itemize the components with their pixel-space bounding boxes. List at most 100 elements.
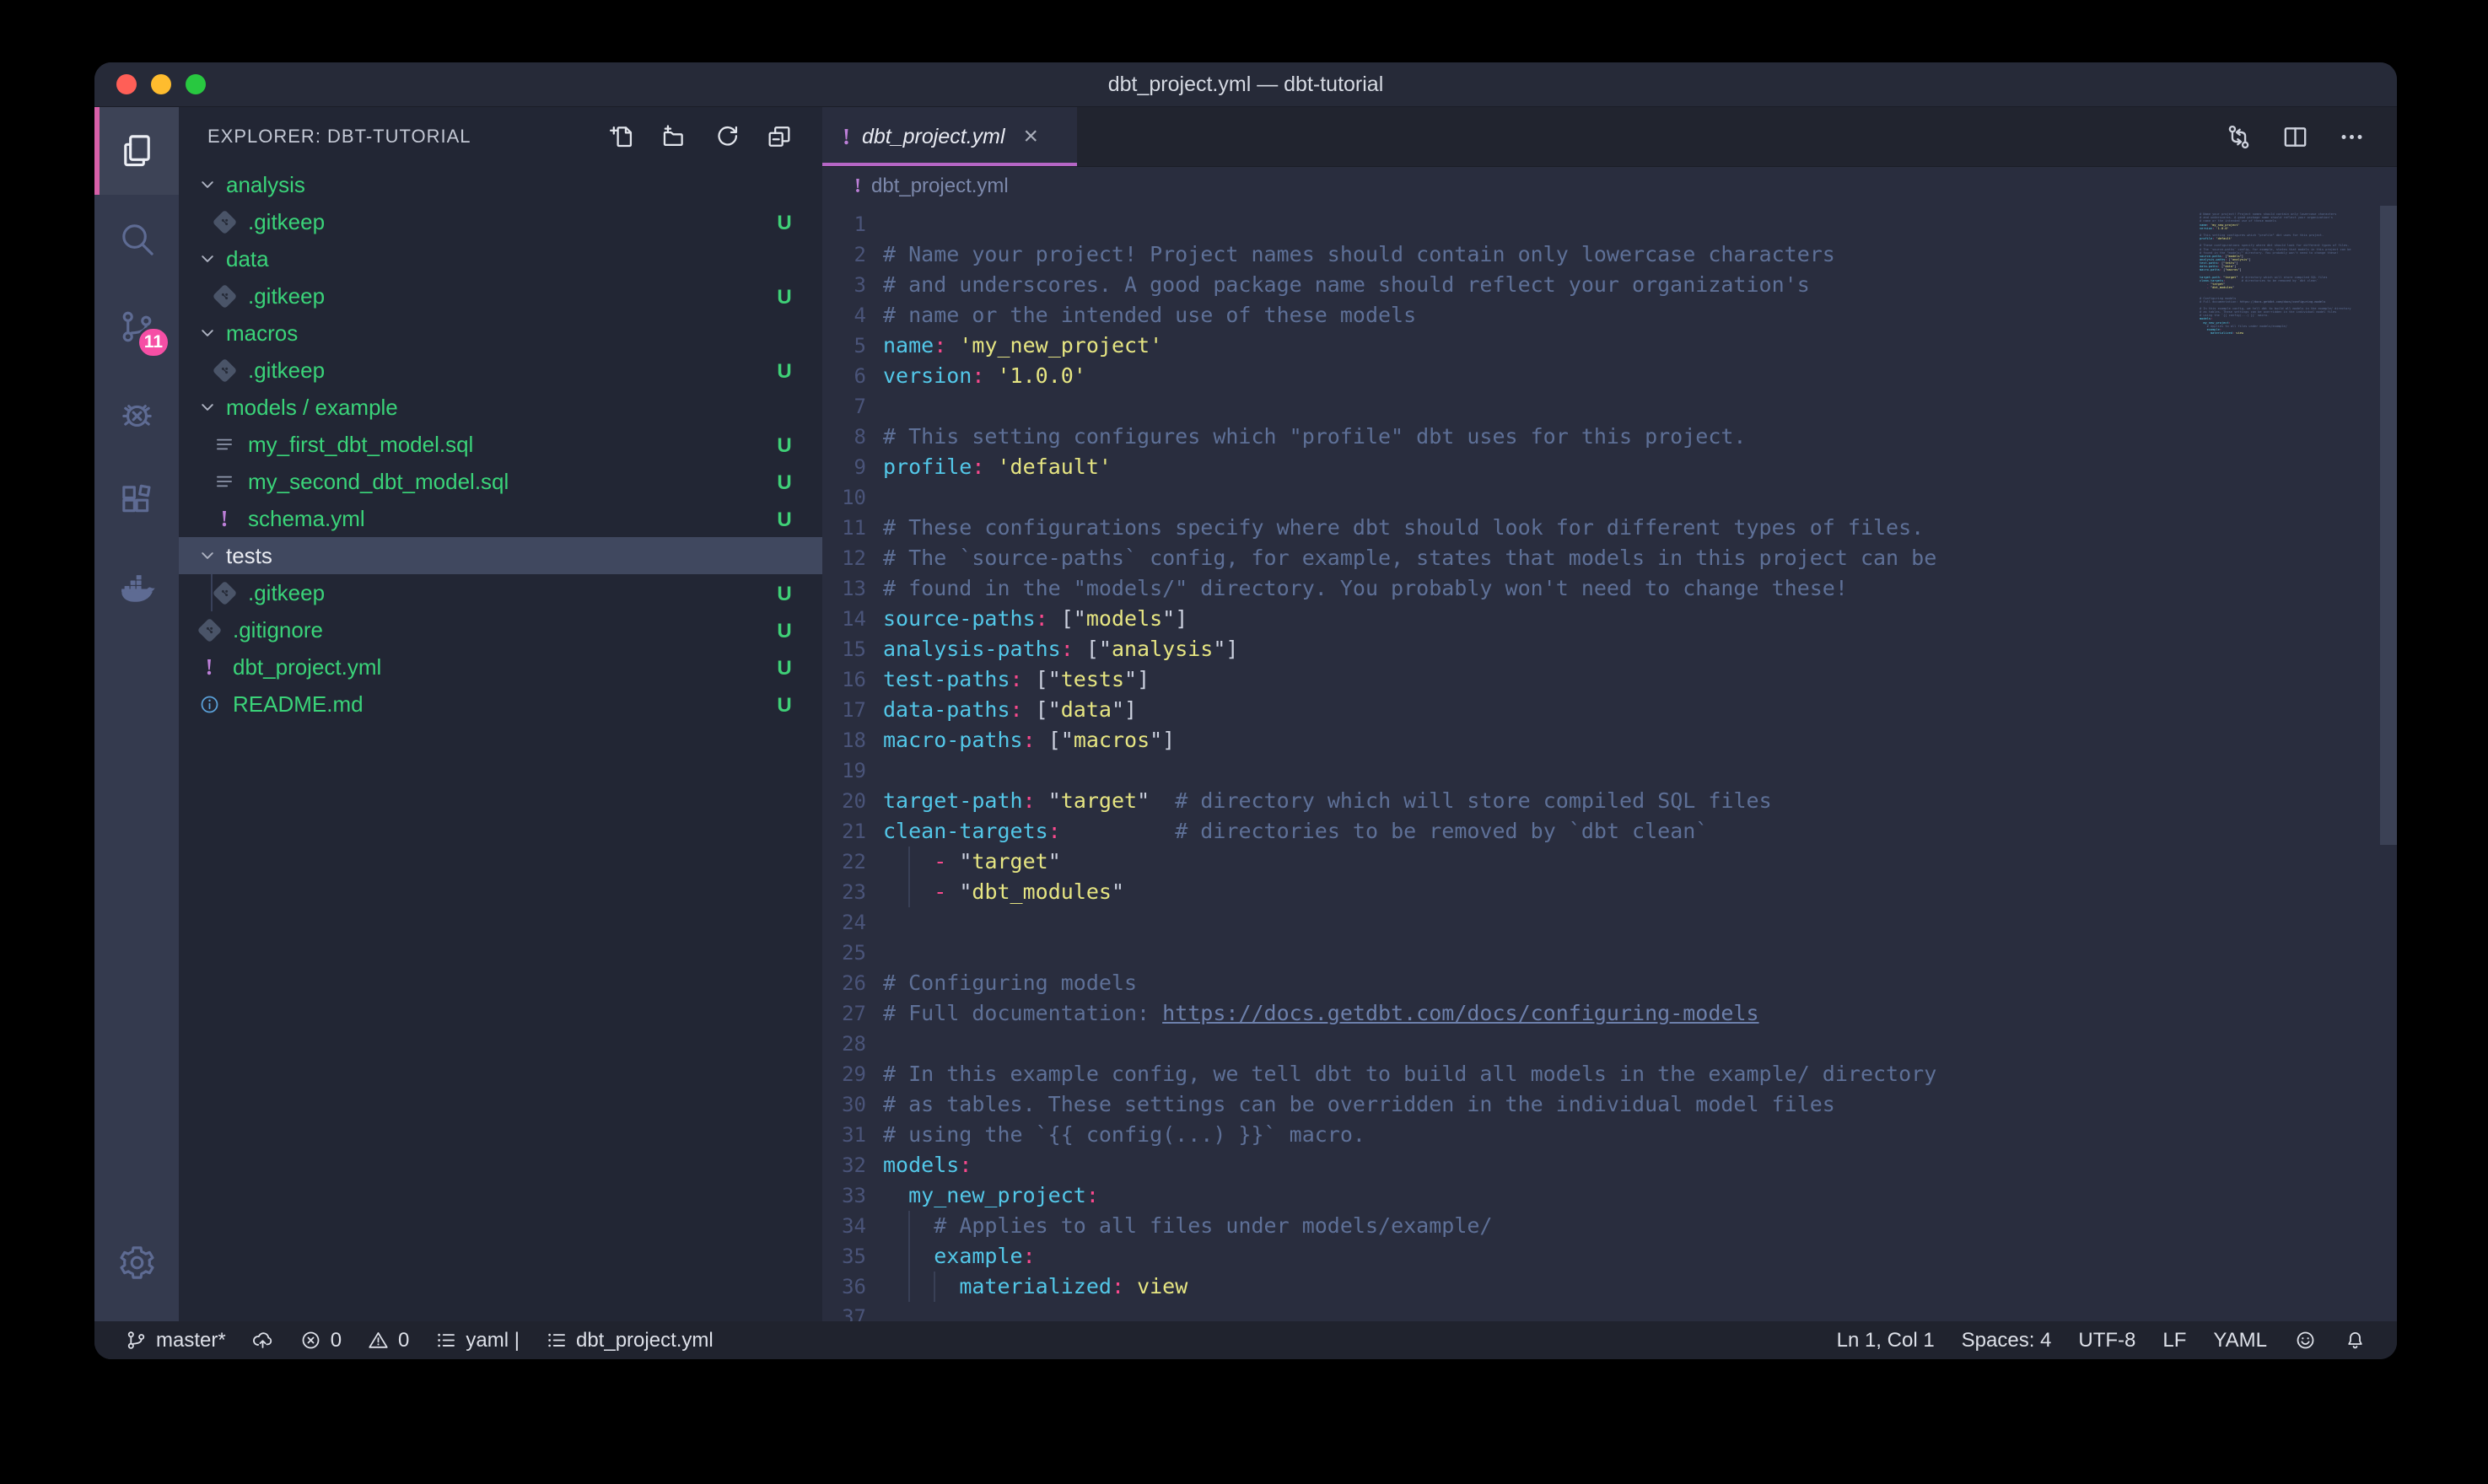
code-line-33[interactable]: 33 my_new_project: — [822, 1180, 2397, 1211]
new-file-icon[interactable] — [608, 122, 637, 151]
item-label: .gitkeep — [248, 283, 325, 309]
code-line-7[interactable]: 7 — [822, 391, 2397, 422]
code-line-35[interactable]: 35 example: — [822, 1241, 2397, 1272]
tab-dbt-project-yml[interactable]: ! dbt_project.yml × — [822, 107, 1077, 166]
line-number: 25 — [822, 938, 866, 968]
activity-item-search[interactable] — [94, 195, 179, 282]
code-line-29[interactable]: 29# In this example config, we tell dbt … — [822, 1059, 2397, 1089]
code-editor[interactable]: 12# Name your project! Project names sho… — [822, 206, 2397, 1321]
code-line-15[interactable]: 15analysis-paths: ["analysis"] — [822, 634, 2397, 664]
code-line-25[interactable]: 25 — [822, 938, 2397, 968]
split-editor-icon[interactable] — [2281, 122, 2310, 152]
item-label: data — [226, 246, 269, 272]
line-number: 22 — [822, 847, 866, 877]
status-git-branch[interactable]: master* — [125, 1329, 226, 1352]
scrollbar-thumb[interactable] — [2380, 206, 2397, 845]
status-eol[interactable]: LF — [2162, 1329, 2186, 1352]
activity-item-docker[interactable] — [94, 546, 179, 633]
breadcrumb[interactable]: ! dbt_project.yml — [822, 167, 2397, 206]
close-tab-icon[interactable]: × — [1024, 124, 1039, 149]
activity-item-extensions[interactable] — [94, 458, 179, 546]
status-cursor-position[interactable]: Ln 1, Col 1 — [1837, 1329, 1935, 1352]
status-linter-yaml[interactable]: yaml | — [434, 1329, 520, 1352]
chevron-down-icon — [196, 321, 219, 345]
code-line-4[interactable]: 4# name or the intended use of these mod… — [822, 300, 2397, 331]
open-changes-icon[interactable] — [2224, 122, 2254, 152]
code-line-31[interactable]: 31# using the `{{ config(...) }}` macro. — [822, 1120, 2397, 1150]
code-line-18[interactable]: 18macro-paths: ["macros"] — [822, 725, 2397, 755]
minimize-window-button[interactable] — [151, 74, 171, 94]
code-line-26[interactable]: 26# Configuring models — [822, 968, 2397, 998]
tree-item--gitignore[interactable]: .gitignoreU — [179, 611, 822, 648]
tree-item--gitkeep[interactable]: .gitkeepU — [179, 574, 822, 611]
tree-item-readme-md[interactable]: README.mdU — [179, 686, 822, 723]
status-errors[interactable]: 0 — [299, 1329, 342, 1352]
title-bar[interactable]: dbt_project.yml — dbt-tutorial — [94, 62, 2397, 107]
code-line-10[interactable]: 10 — [822, 482, 2397, 513]
code-line-22[interactable]: 22 - "target" — [822, 847, 2397, 877]
code-line-11[interactable]: 11# These configurations specify where d… — [822, 513, 2397, 543]
code-line-37[interactable]: 37 — [822, 1302, 2397, 1321]
code-line-3[interactable]: 3# and underscores. A good package name … — [822, 270, 2397, 300]
tree-item-my-second-dbt-model-sql[interactable]: my_second_dbt_model.sqlU — [179, 463, 822, 500]
code-line-16[interactable]: 16test-paths: ["tests"] — [822, 664, 2397, 695]
tab-label: dbt_project.yml — [862, 125, 1005, 149]
code-line-1[interactable]: 1 — [822, 209, 2397, 239]
code-line-32[interactable]: 32models: — [822, 1150, 2397, 1180]
status-linter-file[interactable]: dbt_project.yml — [545, 1329, 714, 1352]
chevron-down-icon — [196, 395, 219, 419]
tree-item-schema-yml[interactable]: !schema.ymlU — [179, 500, 822, 537]
tree-item--gitkeep[interactable]: .gitkeepU — [179, 203, 822, 240]
code-line-21[interactable]: 21clean-targets: # directories to be rem… — [822, 816, 2397, 847]
status-feedback[interactable] — [2294, 1329, 2317, 1352]
status-encoding[interactable]: UTF-8 — [2078, 1329, 2135, 1352]
tree-item-my-first-dbt-model-sql[interactable]: my_first_dbt_model.sqlU — [179, 426, 822, 463]
activity-item-explorer[interactable] — [94, 107, 179, 195]
status-notifications[interactable] — [2344, 1329, 2367, 1352]
tree-item-macros[interactable]: macros — [179, 315, 822, 352]
code-line-36[interactable]: 36 materialized: view — [822, 1272, 2397, 1302]
status-warnings[interactable]: 0 — [367, 1329, 409, 1352]
code-line-20[interactable]: 20target-path: "target" # directory whic… — [822, 786, 2397, 816]
tree-item-data[interactable]: data — [179, 240, 822, 277]
code-line-27[interactable]: 27# Full documentation: https://docs.get… — [822, 998, 2397, 1029]
code-line-5[interactable]: 5name: 'my_new_project' — [822, 331, 2397, 361]
tree-item--gitkeep[interactable]: .gitkeepU — [179, 352, 822, 389]
code-line-13[interactable]: 13# found in the "models/" directory. Yo… — [822, 573, 2397, 604]
tree-item--gitkeep[interactable]: .gitkeepU — [179, 277, 822, 315]
status-language-mode[interactable]: YAML — [2213, 1329, 2267, 1352]
code-line-12[interactable]: 12# The `source-paths` config, for examp… — [822, 543, 2397, 573]
code-line-19[interactable]: 19 — [822, 755, 2397, 786]
editor-scrollbar[interactable] — [2380, 206, 2397, 1321]
status-indentation[interactable]: Spaces: 4 — [1962, 1329, 2052, 1352]
cloud-upload-icon — [251, 1329, 274, 1352]
code-line-8[interactable]: 8# This setting configures which "profil… — [822, 422, 2397, 452]
code-line-34[interactable]: 34 # Applies to all files under models/e… — [822, 1211, 2397, 1241]
tree-item-analysis[interactable]: analysis — [179, 166, 822, 203]
status-publish[interactable] — [251, 1329, 274, 1352]
code-line-14[interactable]: 14source-paths: ["models"] — [822, 604, 2397, 634]
code-line-28[interactable]: 28 — [822, 1029, 2397, 1059]
tree-item-tests[interactable]: tests — [179, 537, 822, 574]
collapse-all-icon[interactable] — [765, 122, 794, 151]
code-line-9[interactable]: 9profile: 'default' — [822, 452, 2397, 482]
activity-item-settings[interactable] — [94, 1218, 179, 1306]
line-number: 9 — [822, 452, 866, 482]
activity-item-debug[interactable] — [94, 370, 179, 458]
code-line-30[interactable]: 30# as tables. These settings can be ove… — [822, 1089, 2397, 1120]
code-line-23[interactable]: 23 - "dbt_modules" — [822, 877, 2397, 907]
tree-item-dbt-project-yml[interactable]: !dbt_project.ymlU — [179, 648, 822, 686]
zoom-window-button[interactable] — [186, 74, 206, 94]
line-number: 19 — [822, 755, 866, 786]
code-line-6[interactable]: 6version: '1.0.0' — [822, 361, 2397, 391]
minimap[interactable]: # Name your project! Project names shoul… — [2183, 209, 2378, 338]
code-line-2[interactable]: 2# Name your project! Project names shou… — [822, 239, 2397, 270]
tree-item-models-example[interactable]: models / example — [179, 389, 822, 426]
code-line-17[interactable]: 17data-paths: ["data"] — [822, 695, 2397, 725]
more-actions-icon[interactable] — [2337, 122, 2367, 152]
close-window-button[interactable] — [116, 74, 137, 94]
new-folder-icon[interactable] — [660, 122, 689, 151]
activity-item-source-control[interactable]: 11 — [94, 282, 179, 370]
code-line-24[interactable]: 24 — [822, 907, 2397, 938]
refresh-icon[interactable] — [713, 122, 741, 151]
